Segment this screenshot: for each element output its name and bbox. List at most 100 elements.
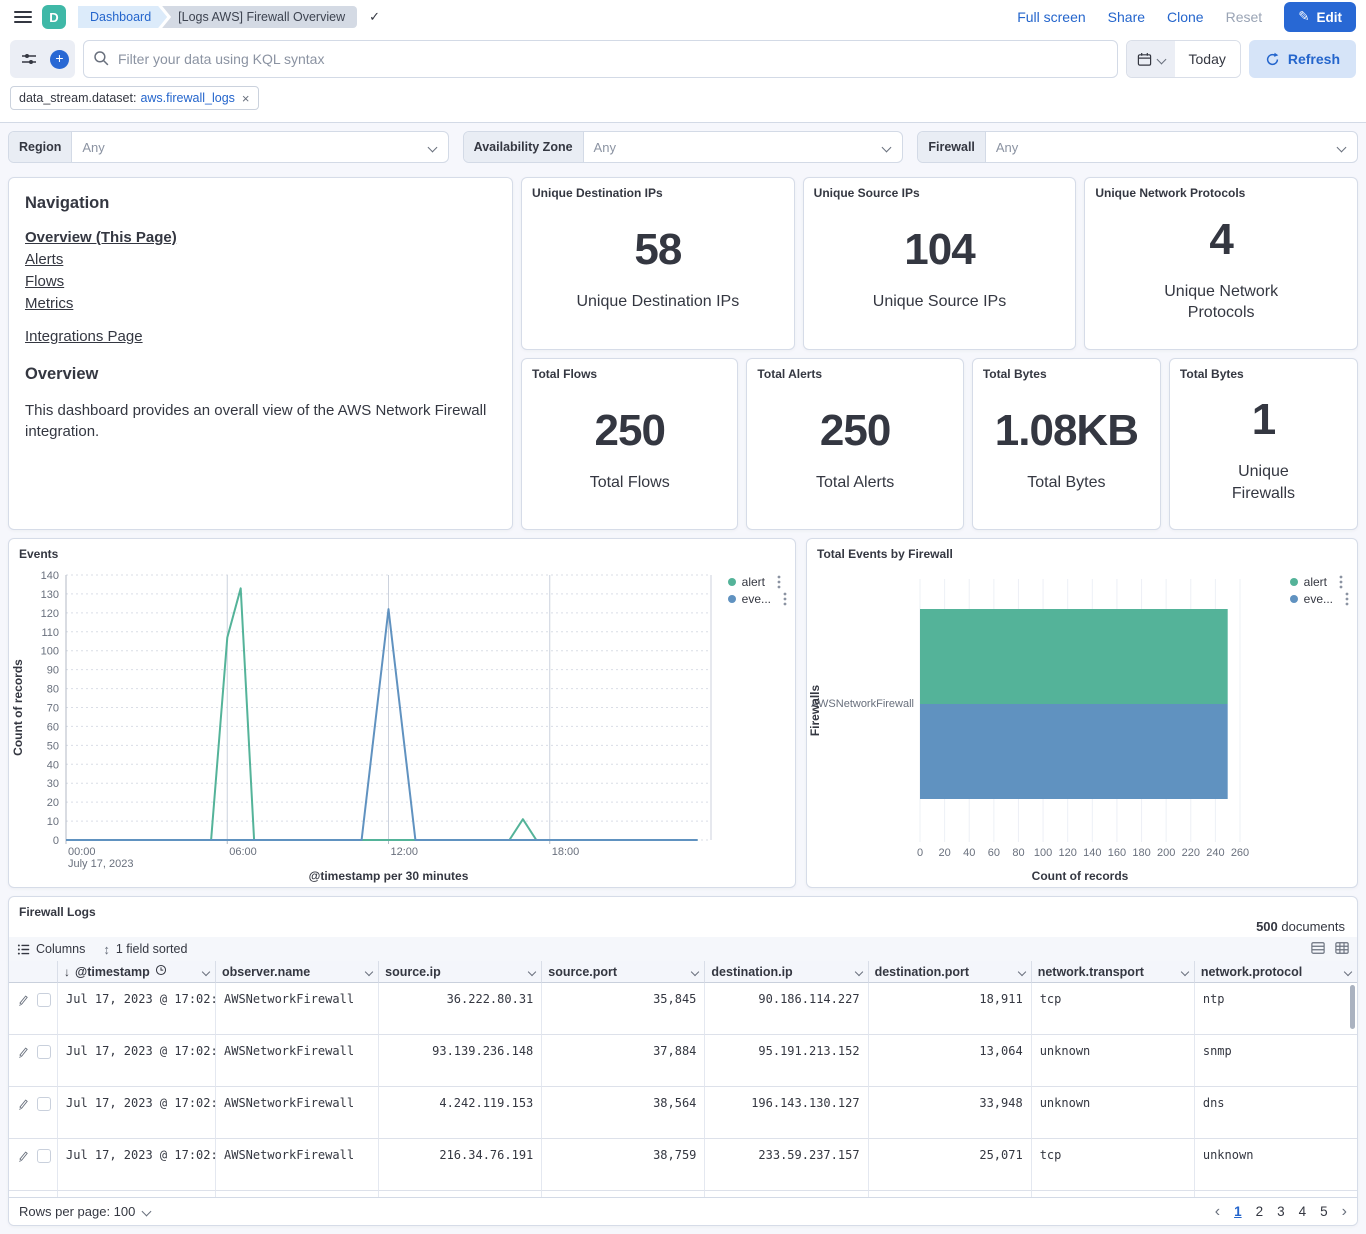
- sort-fields-button[interactable]: ↕ 1 field sorted: [103, 942, 187, 957]
- metric-value: 58: [634, 225, 681, 275]
- chevron-down-icon[interactable]: [365, 967, 373, 975]
- chevron-down-icon[interactable]: [1017, 967, 1025, 975]
- legend-item-eve[interactable]: eve...: [728, 592, 787, 606]
- dashboard-app-badge[interactable]: D: [42, 5, 66, 29]
- cell-destination-ip: 56.207.148.38: [704, 1191, 867, 1197]
- page-5[interactable]: 5: [1320, 1204, 1328, 1219]
- expand-row-icon[interactable]: [16, 1045, 30, 1062]
- nav-link-overview-this-page[interactable]: Overview (This Page): [25, 229, 496, 246]
- row-checkbox[interactable]: [37, 993, 51, 1007]
- legend-item-alert[interactable]: alert: [728, 575, 787, 589]
- row-checkbox[interactable]: [37, 1045, 51, 1059]
- filter-sliders-icon[interactable]: [16, 46, 42, 72]
- expand-row-icon[interactable]: [16, 993, 30, 1010]
- svg-text:100: 100: [41, 646, 59, 658]
- pagination-next-icon[interactable]: ›: [1342, 1203, 1347, 1221]
- page-1[interactable]: 1: [1234, 1204, 1242, 1219]
- row-checkbox[interactable]: [37, 1097, 51, 1111]
- filter-control-availability-zone[interactable]: Availability ZoneAny: [463, 131, 904, 163]
- grid-view-icon[interactable]: [1335, 941, 1349, 958]
- reset-button[interactable]: Reset: [1226, 9, 1263, 25]
- cell-destination-ip: 90.186.114.227: [704, 983, 867, 1035]
- nav-link-alerts[interactable]: Alerts: [25, 251, 496, 268]
- page-2[interactable]: 2: [1256, 1204, 1264, 1219]
- legend-menu-icon[interactable]: [1339, 575, 1343, 589]
- full-screen-button[interactable]: Full screen: [1017, 9, 1085, 25]
- columns-button[interactable]: Columns: [17, 942, 85, 956]
- chevron-down-icon[interactable]: [202, 967, 210, 975]
- clone-button[interactable]: Clone: [1167, 9, 1204, 25]
- share-button[interactable]: Share: [1108, 9, 1145, 25]
- legend-item-eve[interactable]: eve...: [1290, 592, 1349, 606]
- row-checkbox[interactable]: [37, 1149, 51, 1163]
- edit-button[interactable]: ✎ Edit: [1284, 2, 1356, 32]
- legend-label: alert: [742, 575, 765, 589]
- page-3[interactable]: 3: [1277, 1204, 1285, 1219]
- log-row: Jul 17, 2023 @ 17:02:24.328AWSNetworkFir…: [9, 1035, 1357, 1087]
- col-header-network-protocol[interactable]: network.protocol: [1194, 961, 1357, 983]
- cell-destination-port: 12,003: [868, 1191, 1031, 1197]
- col-header-label: source.ip: [385, 965, 441, 979]
- filter-pill-data-stream[interactable]: data_stream.dataset: aws.firewall_logs ×: [10, 86, 259, 110]
- col-header-source-port[interactable]: source.port: [541, 961, 704, 983]
- today-button[interactable]: Today: [1175, 41, 1240, 77]
- svg-text:140: 140: [41, 570, 59, 582]
- col-header-destination-port[interactable]: destination.port: [868, 961, 1031, 983]
- calendar-button[interactable]: [1127, 41, 1175, 77]
- legend-menu-icon[interactable]: [777, 575, 781, 589]
- nav-link-flows[interactable]: Flows: [25, 273, 496, 290]
- metric-panel-title: Total Flows: [522, 359, 737, 381]
- svg-text:20: 20: [938, 847, 950, 859]
- events-chart-canvas[interactable]: 010203040506070809010011012013014000:00J…: [9, 565, 795, 887]
- col-header-destination-ip[interactable]: destination.ip: [704, 961, 867, 983]
- expand-row-icon[interactable]: [16, 1149, 30, 1166]
- row-height-icon[interactable]: [1311, 941, 1325, 958]
- pagination-prev-icon[interactable]: ‹: [1215, 1203, 1220, 1221]
- breadcrumb-current-page[interactable]: [Logs AWS] Firewall Overview: [162, 6, 357, 28]
- remove-filter-icon[interactable]: ×: [242, 91, 250, 106]
- svg-text:80: 80: [47, 684, 59, 696]
- metric-panel-title: Total Bytes: [973, 359, 1160, 381]
- legend-item-alert[interactable]: alert: [1290, 575, 1349, 589]
- nav-link-metrics[interactable]: Metrics: [25, 295, 496, 312]
- refresh-button[interactable]: Refresh: [1249, 40, 1356, 78]
- col-header-label: network.transport: [1038, 965, 1144, 979]
- bar-eve: [920, 704, 1228, 799]
- saved-check-icon[interactable]: ✓: [369, 9, 380, 25]
- col-header-timestamp[interactable]: ↓@timestamp: [57, 961, 215, 983]
- col-header-source-ip[interactable]: source.ip: [378, 961, 541, 983]
- col-header-observer-name[interactable]: observer.name: [215, 961, 378, 983]
- series-line-eve: [66, 609, 698, 840]
- col-header-network-transport[interactable]: network.transport: [1031, 961, 1194, 983]
- header-bar: D Dashboard [Logs AWS] Firewall Overview…: [0, 0, 1366, 34]
- cell-timestamp: Jul 17, 2023 @ 17:01:55.328: [57, 1191, 215, 1197]
- nav-link-integrations-page[interactable]: Integrations Page: [25, 328, 496, 345]
- cell-destination-ip: 233.59.237.157: [704, 1139, 867, 1191]
- filter-control-firewall[interactable]: FirewallAny: [917, 131, 1358, 163]
- chevron-down-icon[interactable]: [691, 967, 699, 975]
- cell-network-transport: unknown: [1031, 1035, 1194, 1087]
- add-filter-icon[interactable]: +: [50, 50, 69, 69]
- legend-menu-icon[interactable]: [1345, 592, 1349, 606]
- svg-text:18:00: 18:00: [552, 846, 580, 858]
- filter-control-region[interactable]: RegionAny: [8, 131, 449, 163]
- kql-search-input[interactable]: [83, 40, 1118, 78]
- chevron-down-icon[interactable]: [1344, 967, 1352, 975]
- rows-per-page-button[interactable]: Rows per page: 100: [19, 1204, 150, 1219]
- chevron-down-icon[interactable]: [1181, 967, 1189, 975]
- chevron-down-icon[interactable]: [854, 967, 862, 975]
- grid-vertical-scrollbar[interactable]: [1350, 985, 1355, 1029]
- chevron-down-icon[interactable]: [528, 967, 536, 975]
- legend-menu-icon[interactable]: [783, 592, 787, 606]
- kql-search: [83, 40, 1118, 78]
- page-4[interactable]: 4: [1299, 1204, 1307, 1219]
- cell-destination-ip: 196.143.130.127: [704, 1087, 867, 1139]
- col-header-label: @timestamp: [75, 965, 150, 979]
- metric-body: 104Unique Source IPs: [804, 200, 1076, 349]
- expand-row-icon[interactable]: [16, 1097, 30, 1114]
- firewall-chart-canvas[interactable]: 020406080100120140160180200220240260AWSN…: [807, 565, 1357, 887]
- refresh-icon: [1265, 52, 1280, 67]
- breadcrumb-dashboard[interactable]: Dashboard: [78, 6, 167, 28]
- metric-value: 250: [820, 406, 890, 456]
- hamburger-menu-icon[interactable]: [14, 11, 32, 23]
